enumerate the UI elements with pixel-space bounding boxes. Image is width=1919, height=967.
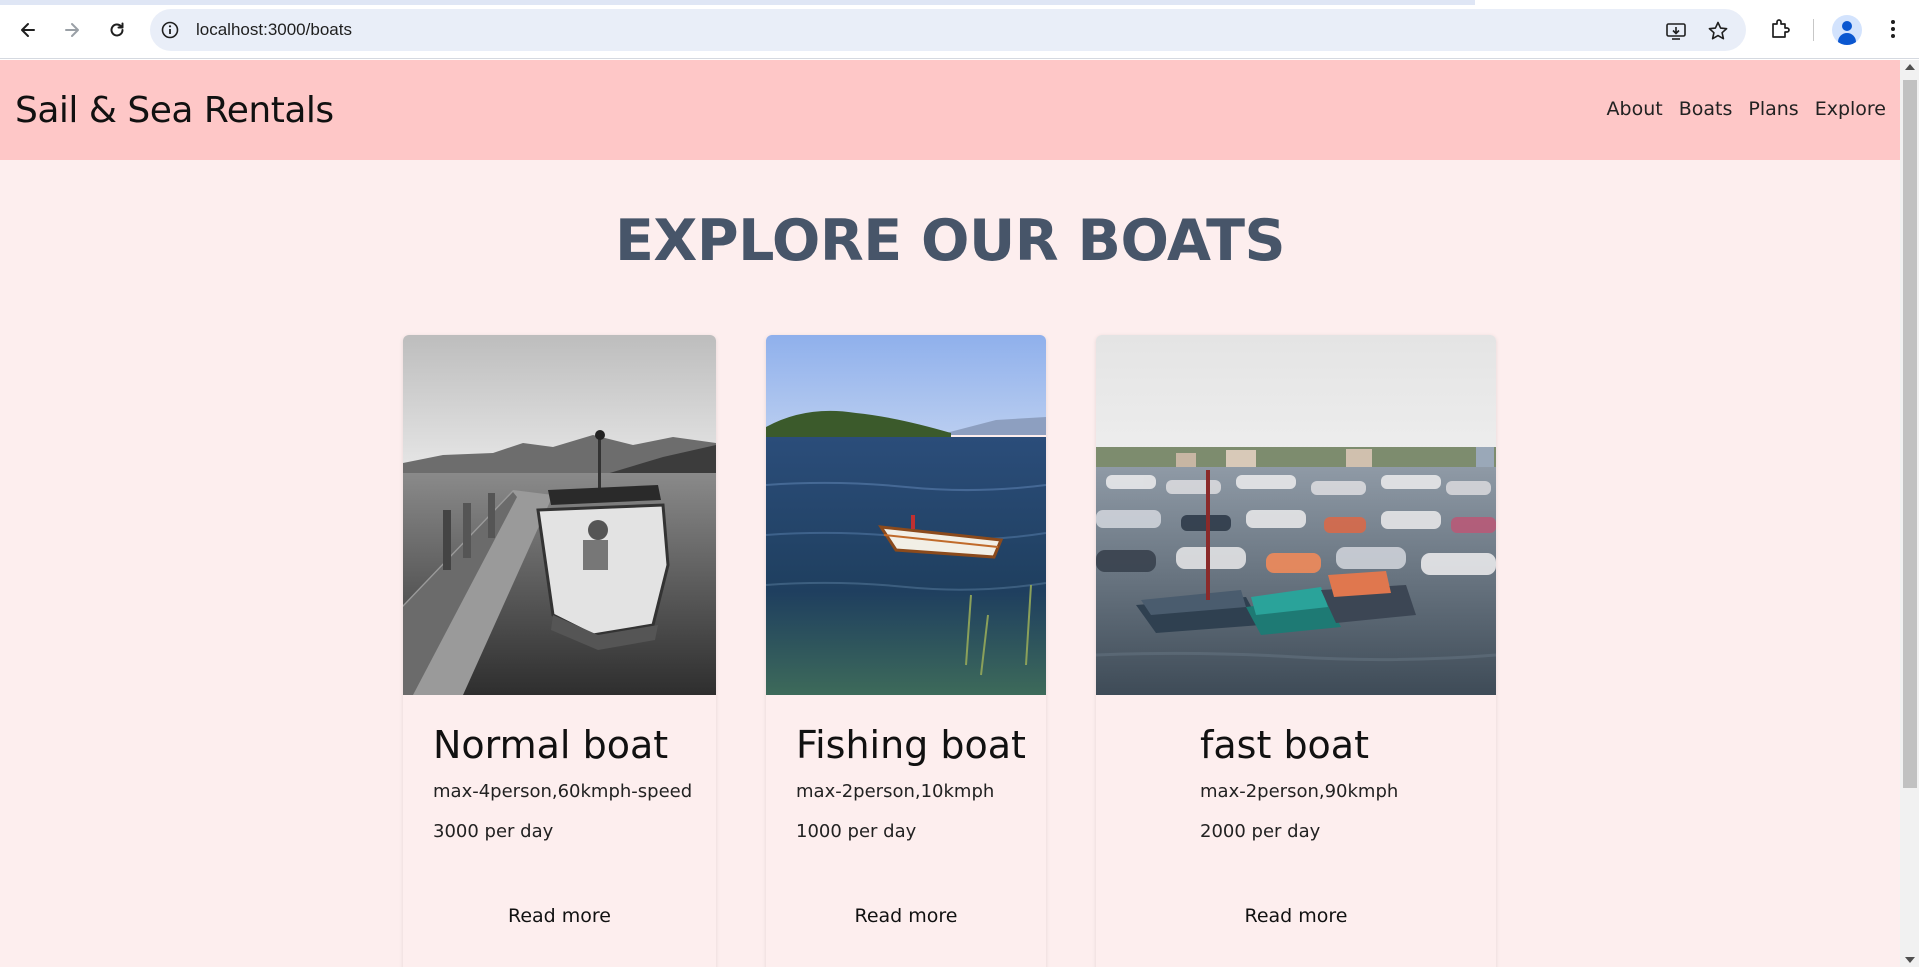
tab-strip-edge [0,0,1475,5]
forward-button[interactable] [56,14,88,46]
read-more-button[interactable]: Read more [766,905,1046,927]
boat-image-normal [403,335,716,695]
nav-link-plans[interactable]: Plans [1748,98,1798,120]
nav-link-explore[interactable]: Explore [1815,98,1886,120]
read-more-button[interactable]: Read more [403,905,716,927]
back-button[interactable] [12,14,44,46]
site-info-icon[interactable] [160,20,180,40]
boat-title: Normal boat [433,723,669,767]
more-menu-icon[interactable] [1880,16,1906,42]
url-text[interactable]: localhost:3000/boats [196,20,352,40]
read-more-button[interactable]: Read more [1096,905,1496,927]
install-app-icon[interactable] [1665,20,1687,42]
nav-link-boats[interactable]: Boats [1679,98,1733,120]
site-header: Sail & Sea Rentals About Boats Plans Exp… [0,60,1900,160]
scroll-up-icon[interactable] [1905,64,1915,70]
arrow-right-icon [65,23,79,37]
boat-card-fishing: Fishing boat max-2person,10kmph 1000 per… [766,335,1046,967]
browser-toolbar: localhost:3000/boats [0,0,1919,59]
boat-image-fishing [766,335,1046,695]
profile-avatar[interactable] [1832,15,1862,45]
boat-card-fast: fast boat max-2person,90kmph 2000 per da… [1096,335,1496,967]
boat-title: fast boat [1200,723,1369,767]
boat-price: 2000 per day [1200,821,1321,842]
page-title: EXPLORE OUR BOATS [614,208,1286,274]
scroll-down-icon[interactable] [1905,957,1915,963]
arrow-left-icon [21,23,35,37]
address-bar[interactable]: localhost:3000/boats [150,9,1746,51]
reload-button[interactable] [101,14,133,46]
bookmark-star-icon[interactable] [1707,20,1729,42]
boat-price: 1000 per day [796,821,917,842]
toolbar-separator [1813,19,1814,41]
boat-image-fast [1096,335,1496,695]
extensions-icon[interactable] [1768,16,1794,42]
nav-link-about[interactable]: About [1607,98,1663,120]
site-brand[interactable]: Sail & Sea Rentals [15,90,334,131]
boat-spec: max-2person,10kmph [796,781,995,802]
boat-title: Fishing boat [796,723,1026,767]
page-viewport: Sail & Sea Rentals About Boats Plans Exp… [0,60,1900,967]
boat-spec: max-2person,90kmph [1200,781,1399,802]
page-scrollbar[interactable] [1900,60,1919,967]
reload-icon [110,22,124,37]
boat-price: 3000 per day [433,821,554,842]
boat-card-normal: Normal boat max-4person,60kmph-speed 300… [403,335,716,967]
boat-spec: max-4person,60kmph-speed [433,781,693,802]
site-nav: About Boats Plans Explore [1607,98,1886,120]
scrollbar-thumb[interactable] [1903,80,1917,788]
